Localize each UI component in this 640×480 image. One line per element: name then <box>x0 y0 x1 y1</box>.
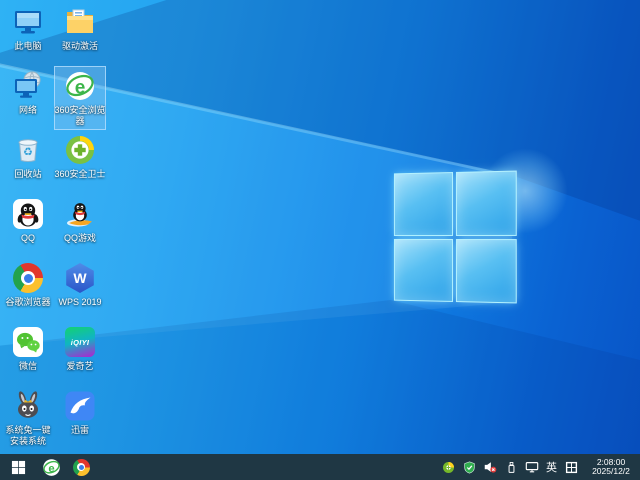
360-browser-icon: e <box>63 69 97 103</box>
desktop-icon-qq[interactable]: QQ <box>2 194 54 258</box>
icon-label: 驱动激活 <box>61 41 98 51</box>
icon-label: 网络 <box>18 105 37 115</box>
desktop-icon-xunlei[interactable]: 迅雷 <box>54 386 106 450</box>
desktop-icon-chrome[interactable]: 谷歌浏览器 <box>2 258 54 322</box>
wechat-icon <box>11 325 45 359</box>
windows-logo-pane <box>455 170 517 236</box>
360-browser-icon: e <box>42 458 60 476</box>
desktop-icon-this-pc[interactable]: 此电脑 <box>2 2 54 66</box>
ime-language-indicator[interactable]: 英 <box>546 459 557 475</box>
clock-date: 2025/12/2 <box>592 466 630 476</box>
desktop-wallpaper: 此电脑 驱动激活 网络 e 360安全浏览器 ♻ 回收站 360安全卫士 QQ … <box>0 0 640 480</box>
qq-icon <box>11 197 45 231</box>
desktop-icon-360-browser[interactable]: e 360安全浏览器 <box>54 66 106 130</box>
svg-text:e: e <box>75 78 86 99</box>
volume-muted-icon[interactable] <box>483 460 497 474</box>
wps-icon: W <box>63 261 97 295</box>
chrome-icon <box>72 458 90 476</box>
windows-logo-pane <box>393 172 453 236</box>
360-safeguard-icon <box>63 133 97 167</box>
this-pc-icon <box>11 5 45 39</box>
system-rabbit-icon <box>11 389 45 423</box>
taskbar-360-browser-button[interactable]: e <box>36 454 66 480</box>
desktop-icon-recycle-bin[interactable]: ♻ 回收站 <box>2 130 54 194</box>
iqiyi-icon: iQIYI <box>63 325 97 359</box>
desktop-icon-network[interactable]: 网络 <box>2 66 54 130</box>
system-tray: 英 2:08:00 2025/12/2 <box>441 457 640 477</box>
network-icon <box>11 69 45 103</box>
desktop-icon-iqiyi[interactable]: iQIYI 爱奇艺 <box>54 322 106 386</box>
start-button[interactable] <box>0 454 36 480</box>
svg-text:♻: ♻ <box>23 147 33 159</box>
windows-logo <box>393 170 517 304</box>
icon-label: QQ <box>20 233 35 243</box>
qq-games-icon <box>63 197 97 231</box>
icon-label: 爱奇艺 <box>66 361 94 371</box>
desktop-icon-qq-games[interactable]: QQ游戏 <box>54 194 106 258</box>
folder-icon <box>63 5 97 39</box>
360-tray-icon[interactable] <box>441 460 455 474</box>
usb-tray-icon[interactable] <box>504 460 518 474</box>
svg-text:e: e <box>48 462 54 474</box>
icon-label: QQ游戏 <box>63 233 96 243</box>
xunlei-icon <box>63 389 97 423</box>
icon-label: 迅雷 <box>70 425 89 435</box>
icon-label: 微信 <box>18 361 37 371</box>
taskbar-chrome-button[interactable] <box>66 454 96 480</box>
windows-start-icon <box>11 460 25 474</box>
shield-tray-icon[interactable] <box>462 460 476 474</box>
chrome-icon <box>11 261 45 295</box>
icon-label: 谷歌浏览器 <box>5 297 51 307</box>
desktop-icon-grid: 此电脑 驱动激活 网络 e 360安全浏览器 ♻ 回收站 360安全卫士 QQ … <box>2 2 106 450</box>
desktop-icon-wechat[interactable]: 微信 <box>2 322 54 386</box>
icon-label: 回收站 <box>14 169 42 179</box>
icon-label: 系统兔一键安装系统 <box>5 425 51 446</box>
clock[interactable]: 2:08:00 2025/12/2 <box>585 457 637 477</box>
ime-grid-icon[interactable] <box>564 460 578 474</box>
desktop-icon-wps-2019[interactable]: W WPS 2019 <box>54 258 106 322</box>
windows-logo-pane <box>393 238 453 302</box>
windows-logo-pane <box>455 238 517 304</box>
recycle-bin-icon: ♻ <box>11 133 45 167</box>
desktop-icon-driver-activation[interactable]: 驱动激活 <box>54 2 106 66</box>
icon-label: WPS 2019 <box>58 297 102 307</box>
desktop-icon-system-rabbit[interactable]: 系统兔一键安装系统 <box>2 386 54 450</box>
icon-label: 360安全卫士 <box>54 169 106 179</box>
icon-label: 360安全浏览器 <box>54 105 106 126</box>
taskbar: e 英 2:08:00 2025/12/2 <box>0 454 640 480</box>
desktop-icon-360-safeguard[interactable]: 360安全卫士 <box>54 130 106 194</box>
network-tray-icon[interactable] <box>525 460 539 474</box>
icon-label: 此电脑 <box>14 41 42 51</box>
